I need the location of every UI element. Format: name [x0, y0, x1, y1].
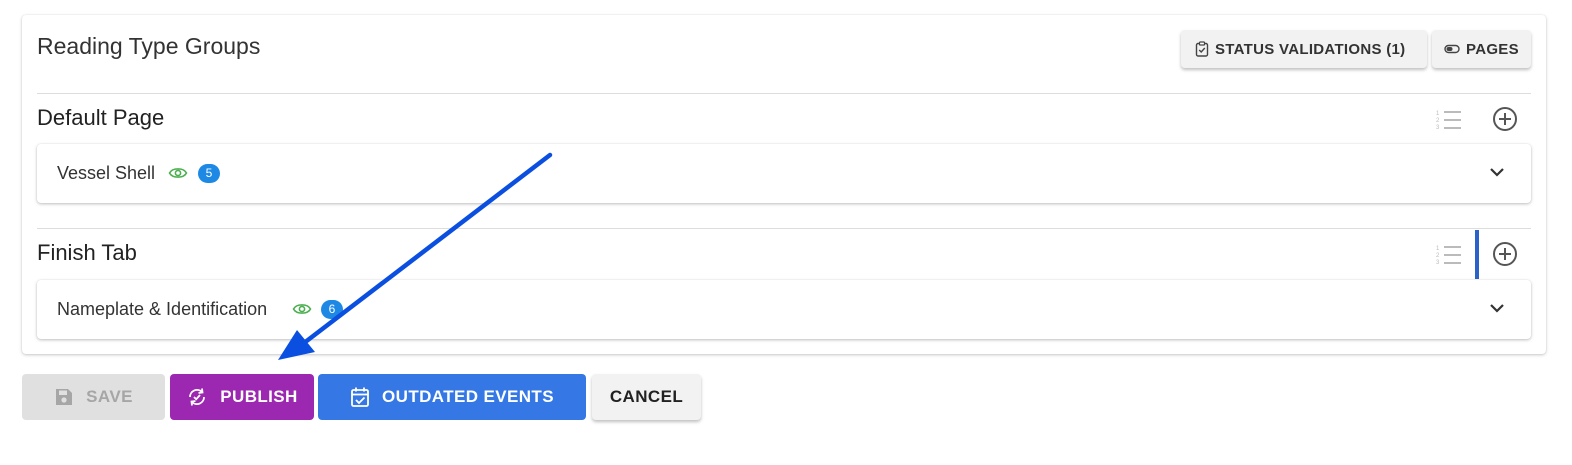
group-panel-vessel-shell[interactable]: Vessel Shell 5 — [37, 144, 1531, 203]
pages-label: PAGES — [1466, 40, 1519, 58]
page-title: Reading Type Groups — [37, 33, 261, 59]
pages-button[interactable]: PAGES — [1432, 30, 1531, 68]
svg-text:1: 1 — [1436, 111, 1440, 117]
resize-handle[interactable] — [1475, 230, 1479, 279]
outdated-events-label: OUTDATED EVENTS — [382, 387, 554, 406]
publish-label: PUBLISH — [220, 387, 298, 406]
section-divider — [37, 93, 1531, 94]
eye-icon — [292, 304, 312, 314]
publish-button[interactable]: PUBLISH — [170, 374, 314, 420]
reading-type-groups-card: Reading Type Groups STATUS VALIDATIONS (… — [22, 15, 1546, 354]
cancel-button[interactable]: CANCEL — [592, 374, 701, 420]
count-badge: 6 — [321, 300, 343, 319]
status-validations-label: STATUS VALIDATIONS (1) — [1215, 40, 1406, 58]
clipboard-check-icon — [1195, 41, 1209, 57]
eye-icon — [168, 168, 188, 178]
section-title-finish-tab: Finish Tab — [37, 240, 137, 265]
group-name: Nameplate & Identification — [57, 299, 268, 319]
section-divider — [37, 228, 1531, 229]
svg-text:1: 1 — [1436, 246, 1440, 252]
chevron-down-icon[interactable] — [1489, 166, 1505, 178]
svg-text:3: 3 — [1436, 125, 1440, 131]
svg-text:2: 2 — [1436, 118, 1440, 124]
floppy-disk-icon — [56, 389, 73, 405]
cancel-label: CANCEL — [609, 387, 684, 406]
svg-text:2: 2 — [1436, 253, 1440, 259]
sync-check-icon — [189, 388, 206, 406]
outdated-events-button[interactable]: OUTDATED EVENTS — [318, 374, 586, 420]
status-validations-button[interactable]: STATUS VALIDATIONS (1) — [1181, 30, 1427, 68]
calendar-check-icon — [351, 387, 369, 407]
add-circle-icon[interactable] — [1492, 241, 1518, 267]
ordered-list-icon[interactable]: 123 — [1436, 109, 1462, 131]
add-circle-icon[interactable] — [1492, 106, 1518, 132]
chevron-down-icon[interactable] — [1489, 302, 1505, 314]
save-button[interactable]: SAVE — [22, 374, 165, 420]
count-badge: 5 — [198, 164, 220, 183]
svg-text:3: 3 — [1436, 260, 1440, 266]
save-label: SAVE — [86, 387, 133, 406]
section-title-default-page: Default Page — [37, 105, 165, 130]
toggle-icon — [1444, 44, 1460, 54]
group-panel-nameplate[interactable]: Nameplate & Identification 6 — [37, 280, 1531, 339]
group-name: Vessel Shell — [57, 163, 156, 183]
ordered-list-icon[interactable]: 123 — [1436, 244, 1462, 266]
